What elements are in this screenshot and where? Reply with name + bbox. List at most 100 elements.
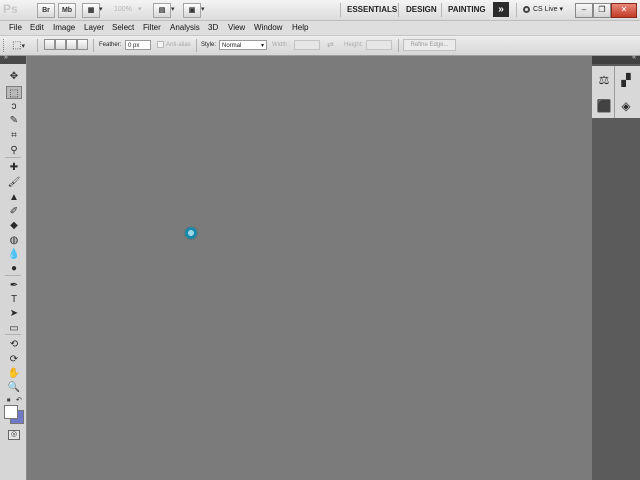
refine-edge-button: Refine Edge... [403,39,456,51]
layers-panel-icon[interactable]: ◈ [616,96,636,116]
close-icon: ✕ [620,5,628,14]
arrange-dropdown-arrow-icon[interactable]: ▾ [171,3,175,17]
intersect-selection-button[interactable] [77,39,88,50]
menu-filter[interactable]: Filter [143,21,161,35]
quick-mask-icon[interactable]: ◎ [8,430,20,440]
dodge-tool-icon[interactable]: ● [6,262,22,275]
tools-panel-header[interactable]: » [0,54,26,64]
options-bar: ⬚▾ Feather: 0 px Anti-alias Style: Norma… [0,36,640,56]
arrange-icon: ▤ [158,7,166,14]
move-tool-icon[interactable]: ✥ [6,70,22,83]
options-divider [93,39,94,52]
minimize-button[interactable]: – [575,3,593,18]
3d-rotate-tool-icon[interactable]: ⟲ [6,338,22,351]
photoshop-logo: Ps [3,2,18,16]
spot-healing-brush-icon[interactable]: ✚ [6,161,22,174]
tool-preset-picker[interactable]: ⬚▾ [12,39,30,52]
workspace-divider [441,3,442,17]
quick-selection-tool-icon[interactable]: ✎ [6,114,22,127]
document-canvas-area[interactable] [27,56,592,480]
screen-mode-button[interactable]: ▣ [183,3,201,18]
workspace-painting[interactable]: PAINTING [448,4,486,16]
cs-live-icon [523,5,530,13]
add-to-selection-button[interactable] [55,39,66,50]
3d-orbit-tool-icon[interactable]: ⟳ [6,353,22,366]
view-extras-dropdown-arrow-icon[interactable]: ▾ [99,3,103,17]
workspace-divider [516,3,517,17]
more-workspaces-button[interactable]: » [493,2,509,17]
pen-tool-icon[interactable]: ✒ [6,279,22,292]
tool-group-separator [5,334,21,335]
eraser-tool-icon[interactable]: ◆ [6,219,22,232]
hand-tool-icon[interactable]: ✋ [6,367,22,380]
style-dropdown-arrow-icon: ▾ [260,43,264,49]
menu-select[interactable]: Select [112,21,134,35]
screen-mode-icon: ▣ [188,7,196,14]
menu-edit[interactable]: Edit [30,21,44,35]
launch-mini-bridge-button[interactable]: Mb [58,3,76,18]
brush-tool-icon[interactable]: 🖌 [6,176,22,189]
menu-image[interactable]: Image [53,21,75,35]
cs-live-button[interactable]: CS Live ▾ [523,4,563,16]
menu-window[interactable]: Window [254,21,282,35]
panel-dock-header[interactable]: « [592,54,640,64]
zoom-dropdown-arrow-icon[interactable]: ▾ [138,3,142,17]
launch-bridge-button[interactable]: Br [37,3,55,18]
cs-live-label: CS Live [533,6,558,13]
grid-icon: ▦ [87,7,95,14]
3d-panel-icon[interactable]: ⬛ [594,96,614,116]
panel-dock [592,56,640,480]
menu-help[interactable]: Help [292,21,308,35]
height-label: Height: [344,42,364,48]
arrange-documents-button[interactable]: ▤ [153,3,171,18]
preset-dropdown-arrow-icon: ▾ [21,43,25,50]
style-select[interactable]: Normal ▾ [219,40,267,50]
default-colors-icon[interactable]: ◾ [5,398,12,404]
options-bar-grip[interactable] [3,39,7,52]
zoom-level[interactable]: 100% [114,4,132,16]
foreground-color-swatch[interactable] [4,405,18,419]
menu-layer[interactable]: Layer [84,21,104,35]
close-button[interactable]: ✕ [611,3,637,18]
swap-colors-icon[interactable]: ↶ [16,397,22,404]
feather-input[interactable]: 0 px [125,40,151,50]
style-label: Style: [201,42,217,48]
menu-bar: File Edit Image Layer Select Filter Anal… [0,21,640,36]
tool-group-separator [5,275,21,276]
zoom-tool-icon[interactable]: 🔍 [6,381,22,394]
menu-analysis[interactable]: Analysis [170,21,200,35]
restore-button[interactable]: ❐ [593,3,611,18]
clone-stamp-tool-icon[interactable]: ▲ [6,191,22,204]
workspace-essentials[interactable]: ESSENTIALS [347,4,397,16]
lasso-tool-icon[interactable]: ↄ [6,100,22,113]
application-bar: Ps Br Mb ▦ ▾ 100% ▾ ▤ ▾ ▣ ▾ ESSENTIALS D… [0,0,640,21]
menu-view[interactable]: View [228,21,245,35]
eyedropper-tool-icon[interactable]: ⚲ [6,144,22,157]
minimize-icon: – [581,5,587,14]
tool-group-separator [5,157,21,158]
height-input [366,40,392,50]
collapse-panel-icon[interactable]: » [4,54,8,61]
view-extras-button[interactable]: ▦ [82,3,100,18]
paint-bucket-tool-icon[interactable]: ◍ [6,234,22,247]
path-selection-tool-icon[interactable]: ➤ [6,307,22,320]
menu-3d[interactable]: 3D [208,21,218,35]
adjustments-panel-icon[interactable]: ⚖ [594,70,614,90]
history-brush-icon[interactable]: ✐ [6,205,22,218]
workspace-design[interactable]: DESIGN [406,4,437,16]
anti-alias-label: Anti-alias [166,42,191,48]
workspace-divider [340,3,341,17]
blur-tool-icon[interactable]: 💧 [6,248,22,261]
screen-mode-dropdown-arrow-icon[interactable]: ▾ [201,3,205,17]
options-divider [398,39,399,52]
subtract-from-selection-button[interactable] [66,39,77,50]
anti-alias-checkbox[interactable] [157,41,164,48]
type-tool-icon[interactable]: T [6,293,22,306]
masks-panel-icon[interactable]: ▞ [616,70,636,90]
rectangular-marquee-tool-icon[interactable]: ⬚ [6,86,22,99]
expand-panels-icon[interactable]: « [632,54,636,61]
menu-file[interactable]: File [9,21,22,35]
crop-tool-icon[interactable]: ⌗ [6,129,22,142]
feather-label: Feather: [99,42,122,48]
new-selection-button[interactable] [44,39,55,50]
